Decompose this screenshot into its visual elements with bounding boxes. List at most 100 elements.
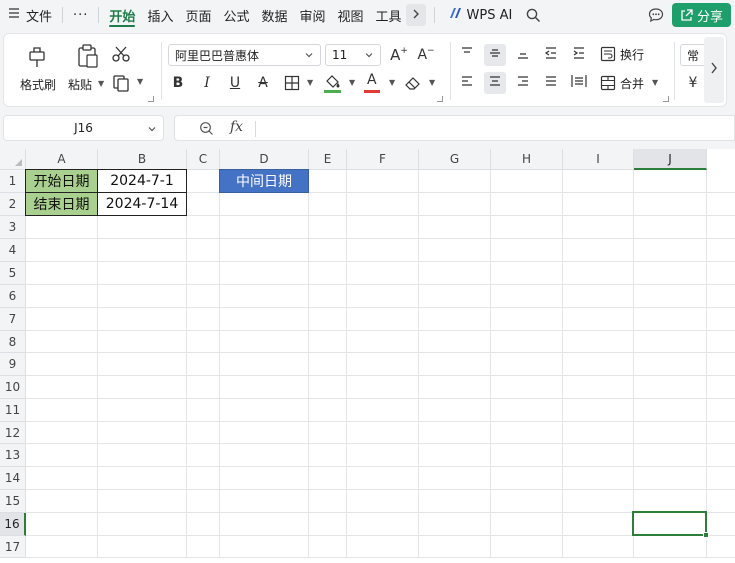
- row-header-14[interactable]: 14: [0, 467, 26, 490]
- align-left-button[interactable]: [456, 72, 478, 94]
- column-header-a[interactable]: A: [26, 149, 98, 170]
- formula-input[interactable]: [263, 116, 734, 140]
- align-top-button[interactable]: [456, 44, 478, 66]
- shrink-font-button[interactable]: A −: [415, 44, 437, 66]
- column-header-i[interactable]: I: [563, 149, 634, 170]
- row-header-7[interactable]: 7: [0, 308, 26, 331]
- menu-data[interactable]: 数据: [255, 0, 293, 30]
- menu-view[interactable]: 视图: [332, 0, 370, 30]
- increase-indent-button[interactable]: [568, 44, 590, 66]
- underline-button[interactable]: U: [224, 72, 246, 94]
- menu-scroll-right-button[interactable]: [405, 4, 426, 26]
- row-header-4[interactable]: 4: [0, 239, 26, 262]
- menu-tools[interactable]: 工具: [370, 0, 404, 30]
- row-header-15[interactable]: 15: [0, 490, 26, 513]
- format-painter-button[interactable]: 格式刷: [16, 42, 56, 100]
- chevron-down-icon: ▼: [389, 78, 396, 87]
- paste-button[interactable]: 粘贴 ▼: [64, 42, 108, 100]
- clipboard-group-launcher[interactable]: [148, 96, 154, 102]
- menu-review[interactable]: 审阅: [294, 0, 332, 30]
- insert-function-button[interactable]: fx: [230, 119, 243, 135]
- worksheet-grid[interactable]: A B C D E F G H I J 1 2 3 4 5 6 7 8 9 10 11 12 13 14 15 16 17 开始日期 2…: [0, 149, 735, 563]
- row-header-12[interactable]: 12: [0, 422, 26, 444]
- cell-b1[interactable]: 2024-7-1: [97, 169, 187, 193]
- distributed-align-button[interactable]: [568, 72, 590, 94]
- row-header-10[interactable]: 10: [0, 376, 26, 399]
- share-button[interactable]: 分享: [671, 3, 731, 27]
- strikethrough-button[interactable]: A: [252, 72, 274, 94]
- alignment-group-launcher[interactable]: [663, 96, 669, 102]
- chevron-down-icon: ▼: [307, 78, 314, 87]
- bold-button[interactable]: B: [167, 72, 189, 94]
- clear-format-button[interactable]: ▼: [404, 74, 438, 94]
- row-header-6[interactable]: 6: [0, 285, 26, 308]
- select-all-corner[interactable]: [0, 149, 26, 170]
- fill-handle[interactable]: [703, 532, 709, 538]
- merge-cells-button[interactable]: 合并 ▼: [600, 74, 662, 94]
- ribbon-scroll-right-button[interactable]: [704, 37, 724, 103]
- copy-icon: [112, 74, 130, 96]
- grid-line-horizontal: [26, 398, 735, 399]
- menu-insert[interactable]: 插入: [141, 0, 179, 30]
- scissors-icon[interactable]: [112, 45, 130, 67]
- menu-formula[interactable]: 公式: [217, 0, 255, 30]
- row-header-11[interactable]: 11: [0, 399, 26, 422]
- italic-button[interactable]: I: [196, 72, 218, 94]
- row-header-8[interactable]: 8: [0, 331, 26, 353]
- menu-home[interactable]: 开始: [103, 0, 141, 30]
- font-group-launcher[interactable]: [437, 96, 443, 102]
- row-header-2[interactable]: 2: [0, 193, 26, 216]
- column-header-e[interactable]: E: [309, 149, 347, 170]
- align-center-button[interactable]: [484, 72, 506, 94]
- active-cell-selection[interactable]: [632, 511, 707, 536]
- cell-a1[interactable]: 开始日期: [25, 169, 98, 193]
- cell-d1[interactable]: 中间日期: [219, 169, 309, 193]
- font-color-button[interactable]: A ▼: [364, 72, 398, 94]
- grid-line-horizontal: [26, 535, 735, 536]
- wrap-text-button[interactable]: 换行: [600, 45, 652, 65]
- column-header-f[interactable]: F: [347, 149, 419, 170]
- borders-button[interactable]: ▼: [284, 74, 318, 94]
- align-middle-button[interactable]: [484, 44, 506, 66]
- more-menu-button[interactable]: ···: [67, 0, 94, 30]
- currency-format-button[interactable]: ¥: [682, 72, 704, 94]
- name-box[interactable]: J16: [3, 115, 164, 141]
- copy-button[interactable]: ▼: [112, 74, 148, 94]
- row-header-5[interactable]: 5: [0, 262, 26, 285]
- column-header-g[interactable]: G: [419, 149, 491, 170]
- column-header-j[interactable]: J: [634, 149, 707, 170]
- menu-file[interactable]: 文件: [0, 0, 58, 30]
- align-right-button[interactable]: [512, 72, 534, 94]
- chevron-down-icon: [304, 49, 314, 63]
- font-name-select[interactable]: 阿里巴巴普惠体: [168, 44, 321, 66]
- row-header-9[interactable]: 9: [0, 353, 26, 376]
- ribbon-separator: [161, 42, 162, 100]
- column-header-d[interactable]: D: [220, 149, 309, 170]
- share-icon: [680, 8, 693, 22]
- grow-font-button[interactable]: A +: [388, 44, 410, 66]
- font-size-select[interactable]: 11: [325, 44, 381, 66]
- wps-ai-label: WPS AI: [466, 7, 513, 23]
- row-header-17[interactable]: 17: [0, 536, 26, 558]
- menu-page[interactable]: 页面: [179, 0, 217, 30]
- justify-button[interactable]: [540, 72, 562, 94]
- column-header-h[interactable]: H: [491, 149, 563, 170]
- align-bottom-button[interactable]: [512, 44, 534, 66]
- top-right-actions: 分享: [648, 0, 735, 30]
- search-icon[interactable]: [526, 8, 541, 23]
- wps-ai-button[interactable]: WPS AI: [449, 7, 513, 23]
- grid-line-horizontal: [26, 238, 735, 239]
- column-header-b[interactable]: B: [98, 149, 187, 170]
- chat-icon[interactable]: [648, 8, 664, 22]
- cell-b2[interactable]: 2024-7-14: [97, 192, 187, 216]
- column-header-c[interactable]: C: [187, 149, 220, 170]
- row-header-3[interactable]: 3: [0, 216, 26, 239]
- row-header-1[interactable]: 1: [0, 170, 26, 193]
- decrease-indent-button[interactable]: [540, 44, 562, 66]
- fill-color-button[interactable]: ▼: [324, 72, 358, 94]
- row-header-13[interactable]: 13: [0, 444, 26, 467]
- zoom-formula-icon[interactable]: [199, 121, 214, 140]
- cell-a2[interactable]: 结束日期: [25, 192, 98, 216]
- chevron-down-icon: ▼: [652, 78, 659, 87]
- row-header-16[interactable]: 16: [0, 513, 26, 536]
